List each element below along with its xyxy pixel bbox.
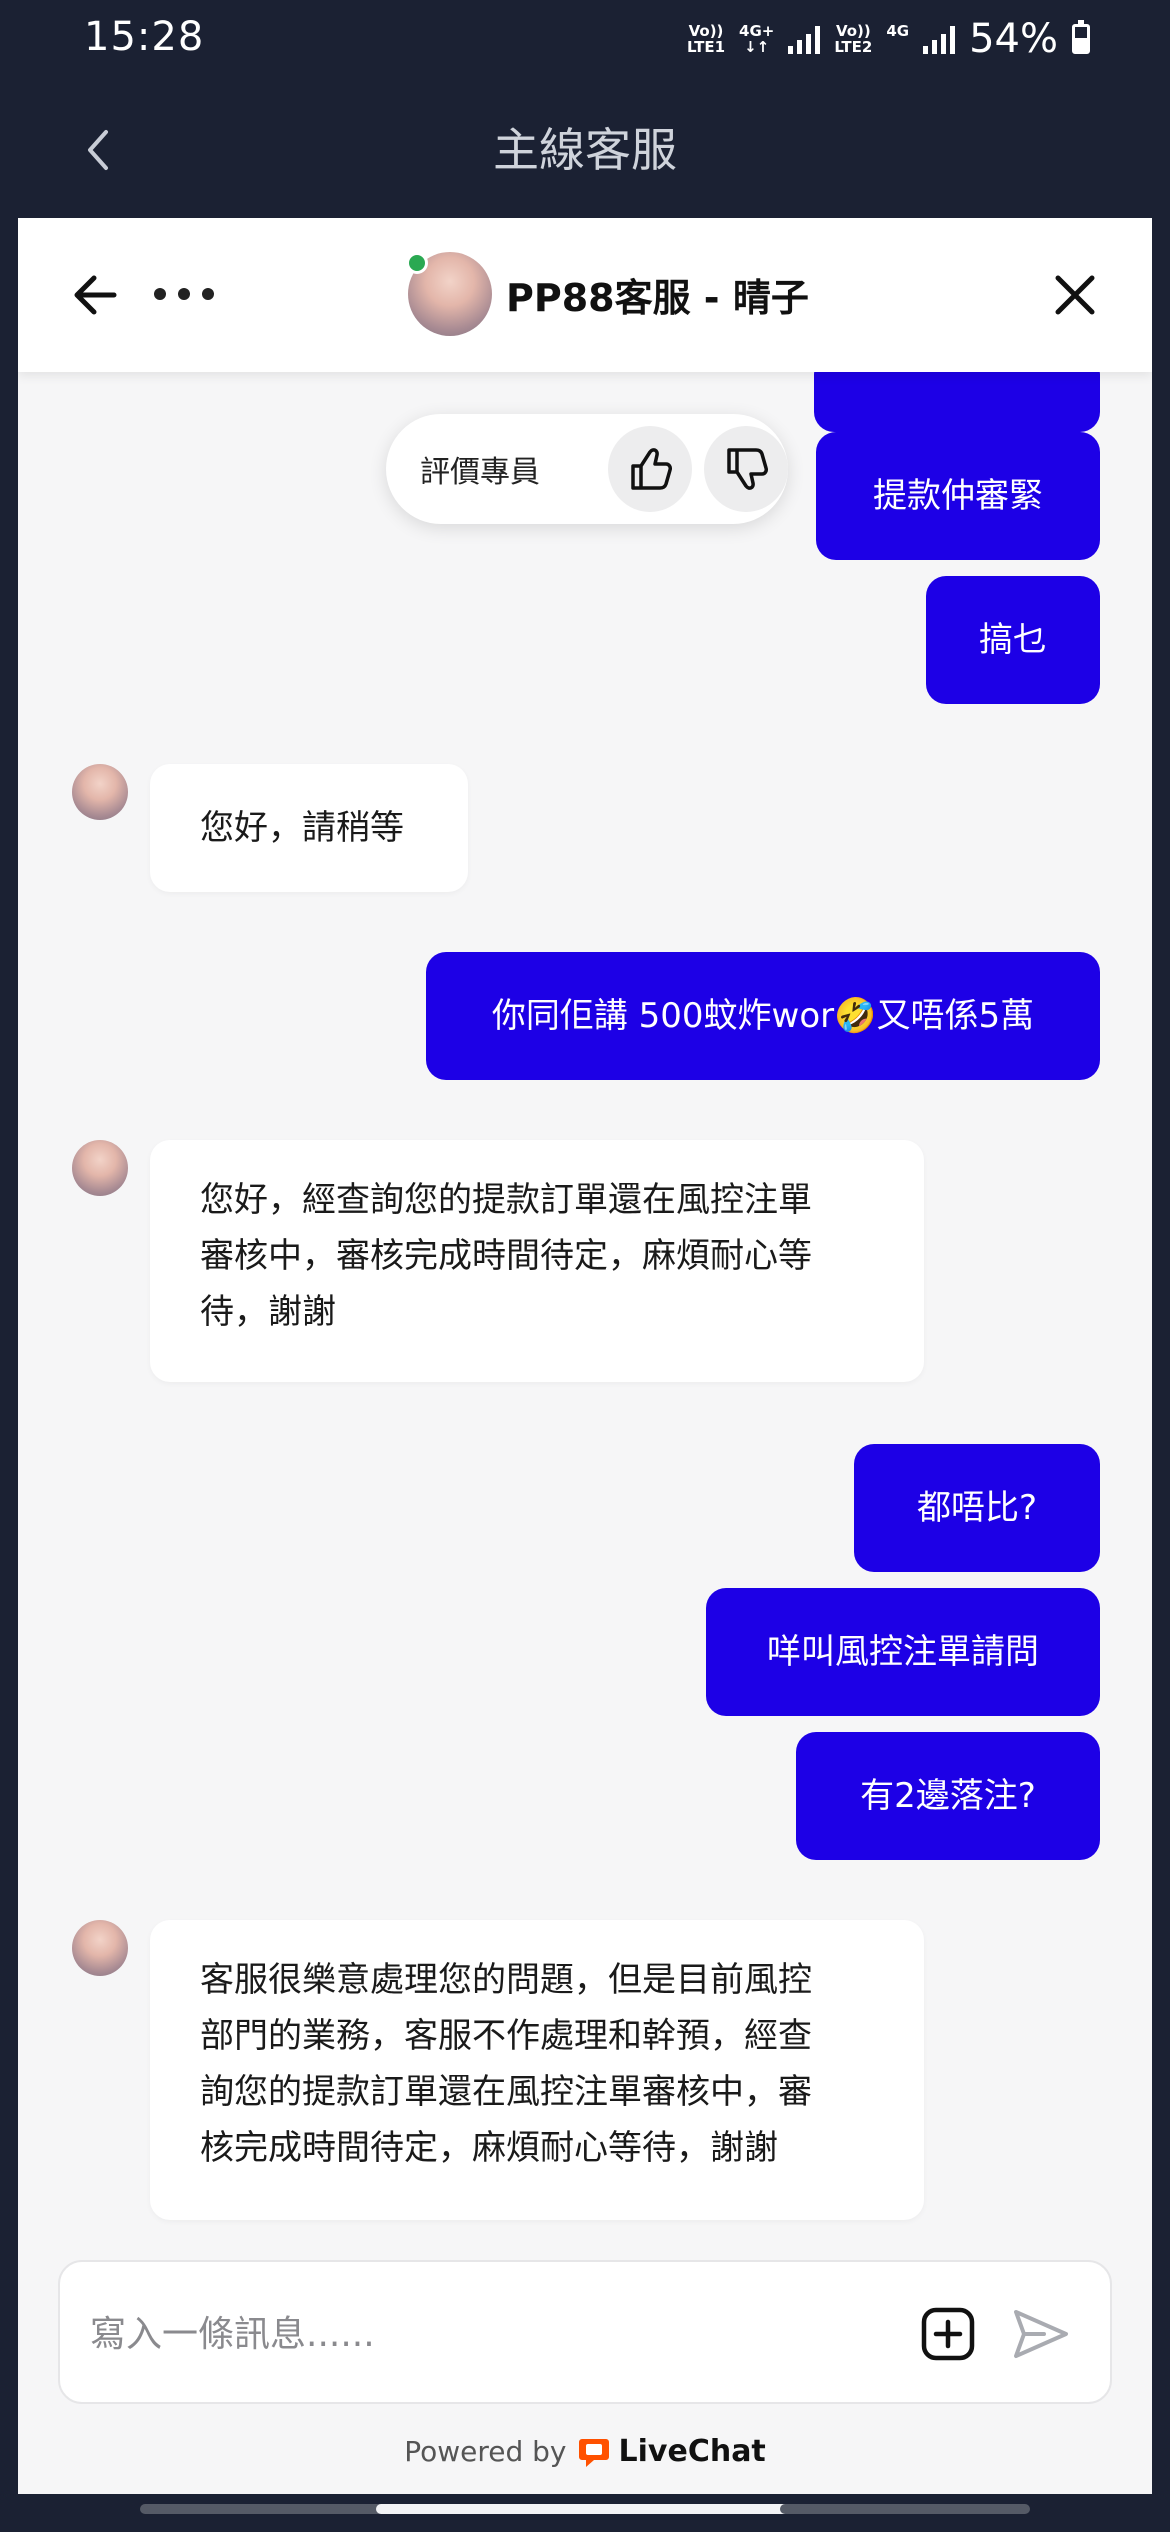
chat-widget: PP88客服 - 晴子 評價專員 提款仲審緊 搞乜 您好，請稍等 你同佢講 50… — [18, 218, 1152, 2494]
rating-label: 評價專員 — [420, 455, 540, 490]
agent-info: PP88客服 - 晴子 — [406, 252, 809, 336]
rating-popup: 評價專員 — [386, 414, 788, 524]
more-dots-icon[interactable] — [154, 288, 214, 300]
status-bar: 15:28 Vo)) LTE1 4G+ ↓↑ Vo)) LTE2 4G 54% — [0, 0, 1170, 80]
message-bubble-me: 咩叫風控注單請問 — [706, 1588, 1100, 1716]
powered-by-footer: Powered by LiveChat — [18, 2434, 1152, 2469]
livechat-logo-icon — [578, 2438, 609, 2467]
thumbs-down-button[interactable] — [703, 426, 788, 512]
message-bubble-me: 搞乜 — [926, 576, 1100, 704]
message-bubble-agent: 您好，請稍等 — [150, 764, 468, 892]
message-bubble-me: 你同佢講 500蚊炸wor🤣又唔係5萬 — [426, 952, 1100, 1080]
battery-icon — [1072, 20, 1090, 54]
signal-icon — [788, 24, 821, 54]
status-icons: Vo)) LTE1 4G+ ↓↑ Vo)) LTE2 4G 54% — [687, 16, 1090, 62]
message-bubble-agent: 客服很樂意處理您的問題，但是目前風控 部門的業務，客服不作處理和幹預，經查 詢您… — [150, 1920, 924, 2220]
arrow-left-icon[interactable] — [70, 270, 120, 320]
message-bubble-me: 都唔比? — [854, 1444, 1100, 1572]
signal-icon — [923, 24, 956, 54]
message-input[interactable] — [90, 2302, 890, 2366]
livechat-brand-label: LiveChat — [618, 2434, 766, 2469]
agent-avatar — [72, 764, 128, 820]
message-bubble-me: 提款仲審緊 — [816, 432, 1100, 560]
send-icon[interactable] — [1010, 2306, 1072, 2362]
sim2-network-type: 4G — [886, 22, 910, 40]
sim1-network-type: 4G+ ↓↑ — [739, 22, 775, 56]
powered-by-label: Powered by — [404, 2435, 567, 2468]
thumbs-up-button[interactable] — [607, 426, 692, 512]
agent-name: PP88客服 - 晴子 — [506, 275, 809, 320]
online-status-dot — [406, 252, 428, 274]
status-time: 15:28 — [84, 14, 205, 60]
agent-avatar — [72, 1140, 128, 1196]
sim2-volte-indicator: Vo)) LTE2 — [834, 22, 873, 56]
thumbs-down-icon — [727, 448, 768, 490]
livechat-brand[interactable]: LiveChat — [577, 2434, 766, 2469]
thumbs-up-icon — [631, 448, 672, 490]
battery-percent: 54% — [969, 16, 1058, 62]
add-attachment-icon[interactable] — [920, 2306, 976, 2362]
sim1-volte-indicator: Vo)) LTE1 — [687, 22, 726, 56]
avatar — [406, 252, 492, 336]
app-header: 主線客服 — [18, 80, 1152, 218]
chat-header: PP88客服 - 晴子 — [18, 218, 1152, 372]
message-bubble-me: 有2邊落注? — [796, 1732, 1100, 1860]
home-indicator — [140, 2504, 1030, 2514]
app-title: 主線客服 — [493, 123, 677, 177]
message-composer — [58, 2260, 1112, 2404]
close-icon[interactable] — [1050, 270, 1100, 320]
message-bubble-agent: 您好，經查詢您的提款訂單還在風控注單 審核中，審核完成時間待定，麻煩耐心等 待，… — [150, 1140, 924, 1382]
agent-avatar — [72, 1920, 128, 1976]
